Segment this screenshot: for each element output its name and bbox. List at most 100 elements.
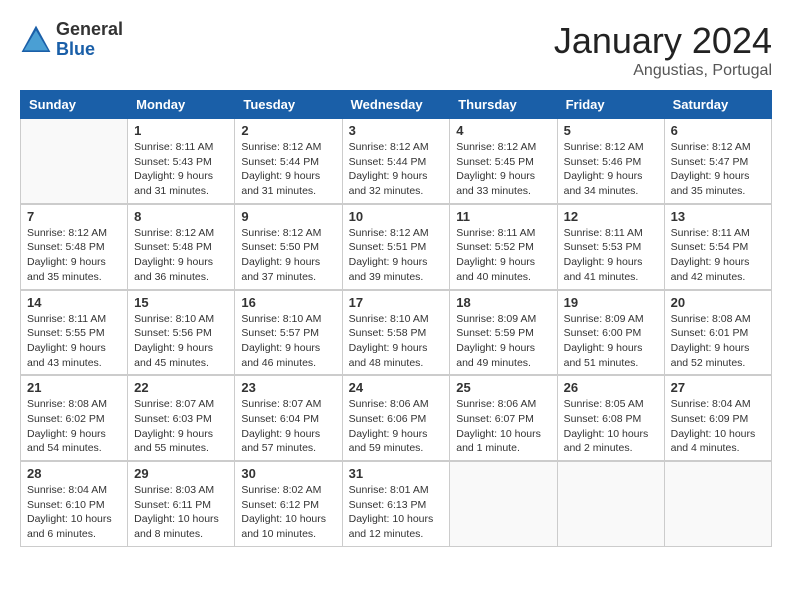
table-row: 5Sunrise: 8:12 AMSunset: 5:46 PMDaylight… <box>557 119 664 204</box>
calendar-row: 28 Sunrise: 8:04 AMSunset: 6:10 PMDayligh… <box>21 461 772 546</box>
table-row: 20Sunrise: 8:08 AMSunset: 6:01 PMDayligh… <box>664 290 771 376</box>
col-friday: Friday <box>557 91 664 119</box>
day-number: 24 <box>349 380 444 395</box>
table-row <box>450 461 557 546</box>
day-number: 11 <box>456 209 550 224</box>
day-info: Sunrise: 8:01 AMSunset: 6:13 PMDaylight:… <box>349 483 444 542</box>
table-row: 10 Sunrise: 8:12 AMSunset: 5:51 PMDayligh… <box>342 204 450 290</box>
day-number: 3 <box>349 123 444 138</box>
day-number: 7 <box>27 209 121 224</box>
calendar-row: 7 Sunrise: 8:12 AMSunset: 5:48 PMDaylight… <box>21 204 772 290</box>
day-info: Sunrise: 8:07 AMSunset: 6:04 PMDaylight:… <box>241 397 335 456</box>
calendar-header-row: Sunday Monday Tuesday Wednesday Thursday… <box>21 91 772 119</box>
table-row: 26 Sunrise: 8:05 AMSunset: 6:08 PMDayligh… <box>557 375 664 461</box>
logo-icon <box>20 24 52 56</box>
month-title: January 2024 <box>554 20 772 62</box>
table-row: 11 Sunrise: 8:11 AMSunset: 5:52 PMDayligh… <box>450 204 557 290</box>
col-thursday: Thursday <box>450 91 557 119</box>
calendar-row: 1Sunrise: 8:11 AMSunset: 5:43 PMDaylight… <box>21 119 772 204</box>
table-row: 25 Sunrise: 8:06 AMSunset: 6:07 PMDayligh… <box>450 375 557 461</box>
logo-blue: Blue <box>56 39 95 59</box>
day-number: 10 <box>349 209 444 224</box>
day-number: 21 <box>27 380 121 395</box>
day-info: Sunrise: 8:12 AMSunset: 5:51 PMDaylight:… <box>349 226 444 285</box>
calendar-row: 14Sunrise: 8:11 AMSunset: 5:55 PMDayligh… <box>21 290 772 376</box>
table-row: 28 Sunrise: 8:04 AMSunset: 6:10 PMDayligh… <box>21 461 128 546</box>
table-row: 27 Sunrise: 8:04 AMSunset: 6:09 PMDayligh… <box>664 375 771 461</box>
day-info: Sunrise: 8:05 AMSunset: 6:08 PMDaylight:… <box>564 397 658 456</box>
logo-text: General Blue <box>56 20 123 60</box>
day-number: 1 <box>134 123 228 138</box>
table-row: 31 Sunrise: 8:01 AMSunset: 6:13 PMDayligh… <box>342 461 450 546</box>
day-info: Sunrise: 8:02 AMSunset: 6:12 PMDaylight:… <box>241 483 335 542</box>
day-number: 23 <box>241 380 335 395</box>
calendar-row: 21 Sunrise: 8:08 AMSunset: 6:02 PMDayligh… <box>21 375 772 461</box>
title-area: January 2024 Angustias, Portugal <box>554 20 772 80</box>
day-info: Sunrise: 8:04 AMSunset: 6:09 PMDaylight:… <box>671 397 765 456</box>
day-info: Sunrise: 8:06 AMSunset: 6:07 PMDaylight:… <box>456 397 550 456</box>
day-info: Sunrise: 8:12 AMSunset: 5:44 PMDaylight:… <box>349 140 444 199</box>
day-info: Sunrise: 8:09 AMSunset: 5:59 PMDaylight:… <box>456 312 550 371</box>
day-number: 26 <box>564 380 658 395</box>
day-number: 4 <box>456 123 550 138</box>
day-info: Sunrise: 8:11 AMSunset: 5:54 PMDaylight:… <box>671 226 765 285</box>
location-subtitle: Angustias, Portugal <box>554 62 772 80</box>
table-row <box>21 119 128 204</box>
day-info: Sunrise: 8:10 AMSunset: 5:56 PMDaylight:… <box>134 312 228 371</box>
day-number: 17 <box>349 295 444 310</box>
day-info: Sunrise: 8:11 AMSunset: 5:53 PMDaylight:… <box>564 226 658 285</box>
table-row: 29 Sunrise: 8:03 AMSunset: 6:11 PMDayligh… <box>128 461 235 546</box>
table-row: 18 Sunrise: 8:09 AMSunset: 5:59 PMDayligh… <box>450 290 557 376</box>
day-info: Sunrise: 8:08 AMSunset: 6:02 PMDaylight:… <box>27 397 121 456</box>
day-info: Sunrise: 8:10 AMSunset: 5:57 PMDaylight:… <box>241 312 335 371</box>
table-row: 2Sunrise: 8:12 AMSunset: 5:44 PMDaylight… <box>235 119 342 204</box>
page-header: General Blue January 2024 Angustias, Por… <box>20 20 772 80</box>
day-number: 30 <box>241 466 335 481</box>
table-row: 19 Sunrise: 8:09 AMSunset: 6:00 PMDayligh… <box>557 290 664 376</box>
table-row: 6 Sunrise: 8:12 AMSunset: 5:47 PMDaylight… <box>664 119 771 204</box>
day-number: 16 <box>241 295 335 310</box>
day-number: 19 <box>564 295 658 310</box>
day-number: 2 <box>241 123 335 138</box>
table-row <box>664 461 771 546</box>
day-info: Sunrise: 8:12 AMSunset: 5:46 PMDaylight:… <box>564 140 658 199</box>
table-row: 4Sunrise: 8:12 AMSunset: 5:45 PMDaylight… <box>450 119 557 204</box>
col-monday: Monday <box>128 91 235 119</box>
day-info: Sunrise: 8:08 AMSunset: 6:01 PMDaylight:… <box>671 312 765 371</box>
table-row: 15 Sunrise: 8:10 AMSunset: 5:56 PMDayligh… <box>128 290 235 376</box>
day-number: 25 <box>456 380 550 395</box>
table-row: 30 Sunrise: 8:02 AMSunset: 6:12 PMDayligh… <box>235 461 342 546</box>
day-number: 31 <box>349 466 444 481</box>
day-info: Sunrise: 8:12 AMSunset: 5:48 PMDaylight:… <box>134 226 228 285</box>
day-info: Sunrise: 8:12 AMSunset: 5:47 PMDaylight:… <box>671 140 765 199</box>
day-number: 29 <box>134 466 228 481</box>
table-row: 23 Sunrise: 8:07 AMSunset: 6:04 PMDayligh… <box>235 375 342 461</box>
table-row: 22Sunrise: 8:07 AMSunset: 6:03 PMDayligh… <box>128 375 235 461</box>
day-info: Sunrise: 8:12 AMSunset: 5:48 PMDaylight:… <box>27 226 121 285</box>
day-number: 28 <box>27 466 121 481</box>
day-info: Sunrise: 8:11 AMSunset: 5:52 PMDaylight:… <box>456 226 550 285</box>
day-number: 22 <box>134 380 228 395</box>
table-row: 17 Sunrise: 8:10 AMSunset: 5:58 PMDayligh… <box>342 290 450 376</box>
col-sunday: Sunday <box>21 91 128 119</box>
day-info: Sunrise: 8:10 AMSunset: 5:58 PMDaylight:… <box>349 312 444 371</box>
day-number: 8 <box>134 209 228 224</box>
day-info: Sunrise: 8:09 AMSunset: 6:00 PMDaylight:… <box>564 312 658 371</box>
table-row: 24Sunrise: 8:06 AMSunset: 6:06 PMDayligh… <box>342 375 450 461</box>
day-info: Sunrise: 8:03 AMSunset: 6:11 PMDaylight:… <box>134 483 228 542</box>
day-info: Sunrise: 8:11 AMSunset: 5:55 PMDaylight:… <box>27 312 121 371</box>
col-saturday: Saturday <box>664 91 771 119</box>
table-row: 21 Sunrise: 8:08 AMSunset: 6:02 PMDayligh… <box>21 375 128 461</box>
day-info: Sunrise: 8:04 AMSunset: 6:10 PMDaylight:… <box>27 483 121 542</box>
day-info: Sunrise: 8:12 AMSunset: 5:50 PMDaylight:… <box>241 226 335 285</box>
table-row: 7 Sunrise: 8:12 AMSunset: 5:48 PMDaylight… <box>21 204 128 290</box>
table-row: 9 Sunrise: 8:12 AMSunset: 5:50 PMDaylight… <box>235 204 342 290</box>
day-number: 6 <box>671 123 765 138</box>
day-number: 15 <box>134 295 228 310</box>
logo-general: General <box>56 19 123 39</box>
day-number: 9 <box>241 209 335 224</box>
day-number: 27 <box>671 380 765 395</box>
day-number: 13 <box>671 209 765 224</box>
logo: General Blue <box>20 20 123 60</box>
day-number: 18 <box>456 295 550 310</box>
